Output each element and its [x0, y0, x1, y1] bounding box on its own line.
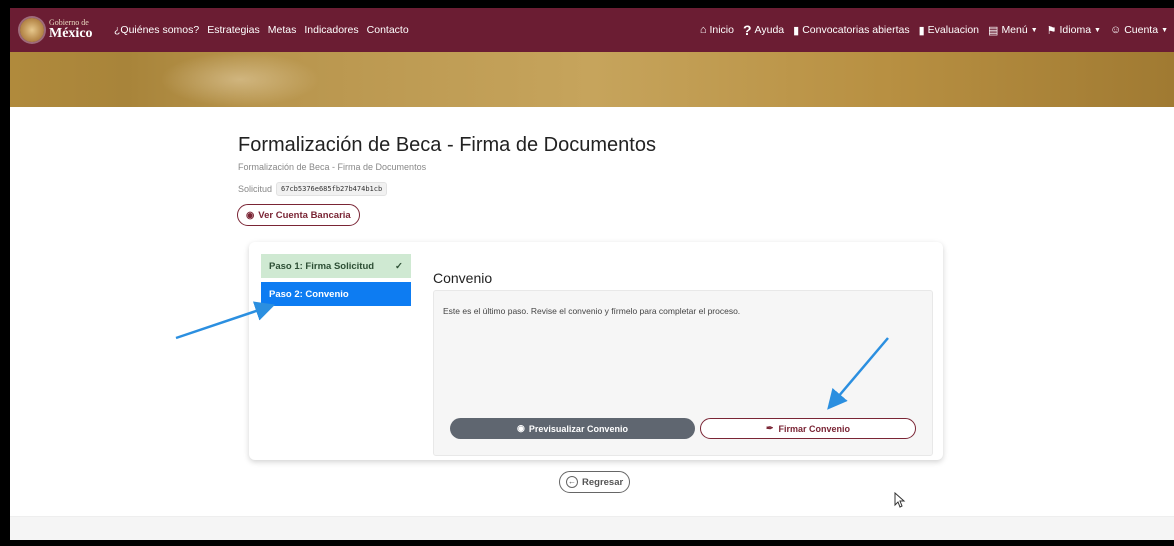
header-banner	[10, 52, 1174, 107]
step-firma-solicitud[interactable]: Paso 1: Firma Solicitud ✓	[261, 254, 411, 278]
page-breadcrumb: Formalización de Beca - Firma de Documen…	[238, 162, 427, 172]
nav-link-contacto[interactable]: Contacto	[367, 24, 409, 36]
nav-right-items: ⌂ Inicio ? Ayuda ▮ Convocatorias abierta…	[700, 22, 1168, 38]
eye-icon: ◉	[246, 209, 255, 221]
nav-link-quienes-somos[interactable]: ¿Quiénes somos?	[114, 24, 199, 36]
ver-cuenta-bancaria-button[interactable]: ◉ Ver Cuenta Bancaria	[237, 204, 360, 226]
user-icon: ☺	[1109, 24, 1122, 36]
footer-band	[10, 516, 1174, 540]
step-label: Paso 2: Convenio	[269, 288, 349, 300]
solicitud-id: 67cb5376e685fb27b474b1cb	[276, 182, 388, 196]
nav-ayuda[interactable]: ? Ayuda	[743, 22, 784, 38]
nav-menu[interactable]: ▤ Menú ▼	[988, 24, 1038, 37]
nav-idioma[interactable]: ⚑ Idioma ▼	[1047, 24, 1101, 37]
nav-link-metas[interactable]: Metas	[268, 24, 297, 36]
nav-evaluacion-label: Evaluacion	[927, 24, 980, 36]
mouse-cursor-icon	[894, 492, 906, 508]
regresar-button[interactable]: ← Regresar	[559, 471, 631, 493]
nav-evaluacion[interactable]: ▮ Evaluacion	[919, 24, 979, 37]
book-icon: ▮	[918, 24, 925, 37]
browser-viewport: Gobierno de México ¿Quiénes somos? Estra…	[10, 8, 1174, 540]
seal-icon	[20, 18, 44, 42]
nav-idioma-label: Idioma	[1059, 24, 1092, 36]
nav-inicio[interactable]: ⌂ Inicio	[700, 24, 734, 36]
convenio-title: Convenio	[433, 270, 493, 286]
home-icon: ⌂	[699, 24, 707, 36]
nav-left-links: ¿Quiénes somos? Estrategias Metas Indica…	[114, 24, 409, 36]
formalizacion-card: Paso 1: Firma Solicitud ✓ Paso 2: Conven…	[249, 242, 943, 460]
step-convenio[interactable]: Paso 2: Convenio	[261, 282, 411, 306]
convenio-panel: Este es el último paso. Revise el conven…	[433, 290, 933, 456]
firmar-convenio-button[interactable]: ✒ Firmar Convenio	[700, 418, 916, 439]
pen-icon: ✒	[765, 423, 774, 433]
regresar-label: Regresar	[582, 476, 624, 488]
menu-list-icon: ▤	[988, 24, 999, 37]
nav-menu-label: Menú	[1001, 24, 1028, 36]
nav-link-indicadores[interactable]: Indicadores	[304, 24, 358, 36]
previsualizar-convenio-button[interactable]: ◉ Previsualizar Convenio	[450, 418, 695, 439]
flag-icon: ⚑	[1046, 24, 1057, 37]
nav-convocatorias-label: Convocatorias abiertas	[802, 24, 910, 36]
check-icon: ✓	[395, 260, 403, 272]
logo-big-text: México	[49, 26, 93, 41]
book-icon: ▮	[793, 24, 800, 37]
nav-convocatorias[interactable]: ▮ Convocatorias abiertas	[793, 24, 909, 37]
gobierno-logo[interactable]: Gobierno de México	[20, 18, 110, 42]
eye-icon: ◉	[517, 423, 525, 433]
caret-down-icon: ▼	[1161, 26, 1168, 34]
nav-ayuda-label: Ayuda	[754, 24, 785, 36]
solicitud-info: Solicitud 67cb5376e685fb27b474b1cb	[238, 182, 388, 196]
caret-down-icon: ▼	[1094, 26, 1101, 34]
solicitud-label: Solicitud	[238, 184, 273, 194]
previsualizar-label: Previsualizar Convenio	[528, 423, 628, 434]
step-label: Paso 1: Firma Solicitud	[269, 260, 375, 272]
question-icon: ?	[742, 22, 752, 38]
ver-cuenta-label: Ver Cuenta Bancaria	[258, 209, 351, 221]
nav-inicio-label: Inicio	[709, 24, 734, 36]
back-arrow-icon: ←	[566, 476, 578, 488]
nav-cuenta-label: Cuenta	[1124, 24, 1159, 36]
firmar-label: Firmar Convenio	[778, 423, 851, 434]
nav-link-estrategias[interactable]: Estrategias	[207, 24, 260, 36]
caret-down-icon: ▼	[1030, 26, 1038, 34]
nav-cuenta[interactable]: ☺ Cuenta ▼	[1110, 24, 1168, 36]
page-title: Formalización de Beca - Firma de Documen…	[238, 134, 656, 156]
top-navbar: Gobierno de México ¿Quiénes somos? Estra…	[10, 8, 1174, 52]
convenio-instructions: Este es el último paso. Revise el conven…	[443, 306, 741, 316]
